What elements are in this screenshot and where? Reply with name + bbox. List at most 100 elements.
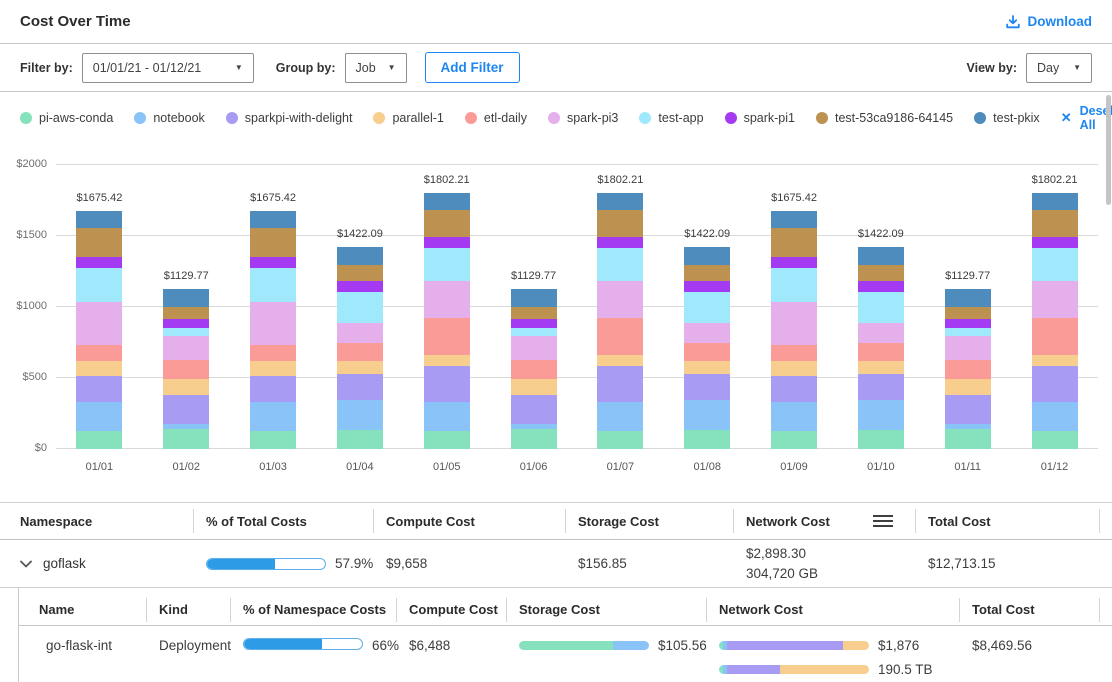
bar-segment-parallel-1[interactable] xyxy=(1032,355,1078,367)
bar-segment-pi-aws-conda[interactable] xyxy=(76,431,122,449)
date-range-select[interactable]: 01/01/21 - 01/12/21 ▼ xyxy=(82,53,254,83)
bar-segment-pi-aws-conda[interactable] xyxy=(424,431,470,449)
bar-segment-spark-pi3[interactable] xyxy=(684,323,730,343)
bar-segment-test-app[interactable] xyxy=(597,248,643,281)
bar-segment-spark-pi3[interactable] xyxy=(597,281,643,318)
legend-item-etl-daily[interactable]: etl-daily xyxy=(465,111,527,125)
bar-segment-test-pkix[interactable] xyxy=(337,247,383,265)
col-total-cost[interactable]: Total Cost xyxy=(959,594,1112,625)
bar-segment-parallel-1[interactable] xyxy=(250,361,296,376)
legend-item-test-53ca9186-64145[interactable]: test-53ca9186-64145 xyxy=(816,111,953,125)
bar-segment-pi-aws-conda[interactable] xyxy=(337,430,383,449)
bar-segment-test-pkix[interactable] xyxy=(424,193,470,210)
col-compute-cost[interactable]: Compute Cost xyxy=(396,594,506,625)
bar-segment-etl-daily[interactable] xyxy=(771,345,817,361)
bar-segment-etl-daily[interactable] xyxy=(597,318,643,355)
bar-segment-test-pkix[interactable] xyxy=(163,289,209,308)
bar-segment-test-pkix[interactable] xyxy=(858,247,904,265)
bar-segment-sparkpi-with-delight[interactable] xyxy=(250,376,296,402)
bar-segment-test-app[interactable] xyxy=(684,292,730,323)
stacked-bar-01/12[interactable]: $1802.2101/12 xyxy=(1032,193,1078,449)
bar-segment-spark-pi1[interactable] xyxy=(858,281,904,292)
bar-segment-sparkpi-with-delight[interactable] xyxy=(76,376,122,402)
bar-segment-spark-pi1[interactable] xyxy=(684,281,730,292)
col-network-cost[interactable]: Network Cost xyxy=(733,503,915,539)
stacked-bar-01/01[interactable]: $1675.4201/01 xyxy=(76,211,122,449)
bar-segment-notebook[interactable] xyxy=(76,402,122,431)
bar-segment-test-app[interactable] xyxy=(511,328,557,336)
bar-segment-spark-pi1[interactable] xyxy=(1032,237,1078,248)
legend-item-spark-pi1[interactable]: spark-pi1 xyxy=(725,111,795,125)
col-percent-total[interactable]: % of Total Costs xyxy=(193,503,373,539)
bar-segment-test-app[interactable] xyxy=(771,268,817,303)
bar-segment-spark-pi1[interactable] xyxy=(945,319,991,328)
legend-item-spark-pi3[interactable]: spark-pi3 xyxy=(548,111,618,125)
bar-segment-spark-pi3[interactable] xyxy=(250,302,296,345)
bar-segment-etl-daily[interactable] xyxy=(684,343,730,361)
bar-segment-etl-daily[interactable] xyxy=(858,343,904,361)
bar-segment-etl-daily[interactable] xyxy=(250,345,296,361)
stacked-bar-01/09[interactable]: $1675.4201/09 xyxy=(771,211,817,449)
bar-segment-notebook[interactable] xyxy=(424,402,470,431)
bar-segment-test-app[interactable] xyxy=(250,268,296,303)
legend-item-notebook[interactable]: notebook xyxy=(134,111,204,125)
bar-segment-test-pkix[interactable] xyxy=(76,211,122,228)
bar-segment-spark-pi3[interactable] xyxy=(511,336,557,360)
bar-segment-pi-aws-conda[interactable] xyxy=(945,429,991,449)
scrollbar-thumb[interactable] xyxy=(1106,95,1111,205)
bar-segment-pi-aws-conda[interactable] xyxy=(1032,431,1078,449)
bar-segment-etl-daily[interactable] xyxy=(511,360,557,379)
bar-segment-parallel-1[interactable] xyxy=(771,361,817,376)
bar-segment-notebook[interactable] xyxy=(1032,402,1078,431)
bar-segment-parallel-1[interactable] xyxy=(858,361,904,374)
col-name[interactable]: Name xyxy=(19,594,146,625)
bar-segment-test-pkix[interactable] xyxy=(511,289,557,308)
stacked-bar-01/05[interactable]: $1802.2101/05 xyxy=(424,193,470,449)
bar-segment-test-pkix[interactable] xyxy=(771,211,817,228)
col-percent-namespace[interactable]: % of Namespace Costs xyxy=(230,594,396,625)
menu-icon[interactable] xyxy=(873,512,893,530)
bar-segment-test-53ca9186-64145[interactable] xyxy=(250,228,296,257)
bar-segment-test-app[interactable] xyxy=(163,328,209,336)
bar-segment-etl-daily[interactable] xyxy=(945,360,991,379)
col-compute-cost[interactable]: Compute Cost xyxy=(373,503,565,539)
bar-segment-test-pkix[interactable] xyxy=(1032,193,1078,210)
bar-segment-test-app[interactable] xyxy=(945,328,991,336)
col-network-cost[interactable]: Network Cost xyxy=(706,594,959,625)
bar-segment-test-53ca9186-64145[interactable] xyxy=(771,228,817,257)
bar-segment-parallel-1[interactable] xyxy=(684,361,730,374)
bar-segment-test-53ca9186-64145[interactable] xyxy=(424,210,470,237)
bar-segment-sparkpi-with-delight[interactable] xyxy=(858,374,904,401)
bar-segment-spark-pi3[interactable] xyxy=(858,323,904,343)
col-storage-cost[interactable]: Storage Cost xyxy=(506,594,706,625)
bar-segment-notebook[interactable] xyxy=(771,402,817,431)
stacked-bar-01/02[interactable]: $1129.7701/02 xyxy=(163,289,209,449)
bar-segment-pi-aws-conda[interactable] xyxy=(511,429,557,449)
stacked-bar-01/10[interactable]: $1422.0901/10 xyxy=(858,247,904,449)
bar-segment-spark-pi1[interactable] xyxy=(250,257,296,267)
legend-item-pi-aws-conda[interactable]: pi-aws-conda xyxy=(20,111,113,125)
bar-segment-test-53ca9186-64145[interactable] xyxy=(511,307,557,319)
add-filter-button[interactable]: Add Filter xyxy=(425,52,520,83)
bar-segment-spark-pi3[interactable] xyxy=(76,302,122,345)
table-row-go-flask-int[interactable]: go-flask-int Deployment 66% $6,488 $105.… xyxy=(19,626,1112,682)
bar-segment-pi-aws-conda[interactable] xyxy=(858,430,904,449)
bar-segment-parallel-1[interactable] xyxy=(163,379,209,396)
bar-segment-spark-pi1[interactable] xyxy=(424,237,470,248)
bar-segment-sparkpi-with-delight[interactable] xyxy=(511,395,557,424)
deselect-all-button[interactable]: ✕ Deselect All xyxy=(1061,104,1112,132)
bar-segment-spark-pi3[interactable] xyxy=(337,323,383,343)
bar-segment-spark-pi1[interactable] xyxy=(337,281,383,292)
bar-segment-sparkpi-with-delight[interactable] xyxy=(337,374,383,401)
bar-segment-sparkpi-with-delight[interactable] xyxy=(597,366,643,402)
bar-segment-spark-pi1[interactable] xyxy=(771,257,817,267)
bar-segment-test-pkix[interactable] xyxy=(945,289,991,308)
bar-segment-spark-pi3[interactable] xyxy=(771,302,817,345)
bar-segment-sparkpi-with-delight[interactable] xyxy=(1032,366,1078,402)
col-storage-cost[interactable]: Storage Cost xyxy=(565,503,733,539)
bar-segment-spark-pi3[interactable] xyxy=(424,281,470,318)
bar-segment-notebook[interactable] xyxy=(337,400,383,430)
bar-segment-spark-pi1[interactable] xyxy=(163,319,209,328)
bar-segment-sparkpi-with-delight[interactable] xyxy=(771,376,817,402)
stacked-bar-01/08[interactable]: $1422.0901/08 xyxy=(684,247,730,449)
